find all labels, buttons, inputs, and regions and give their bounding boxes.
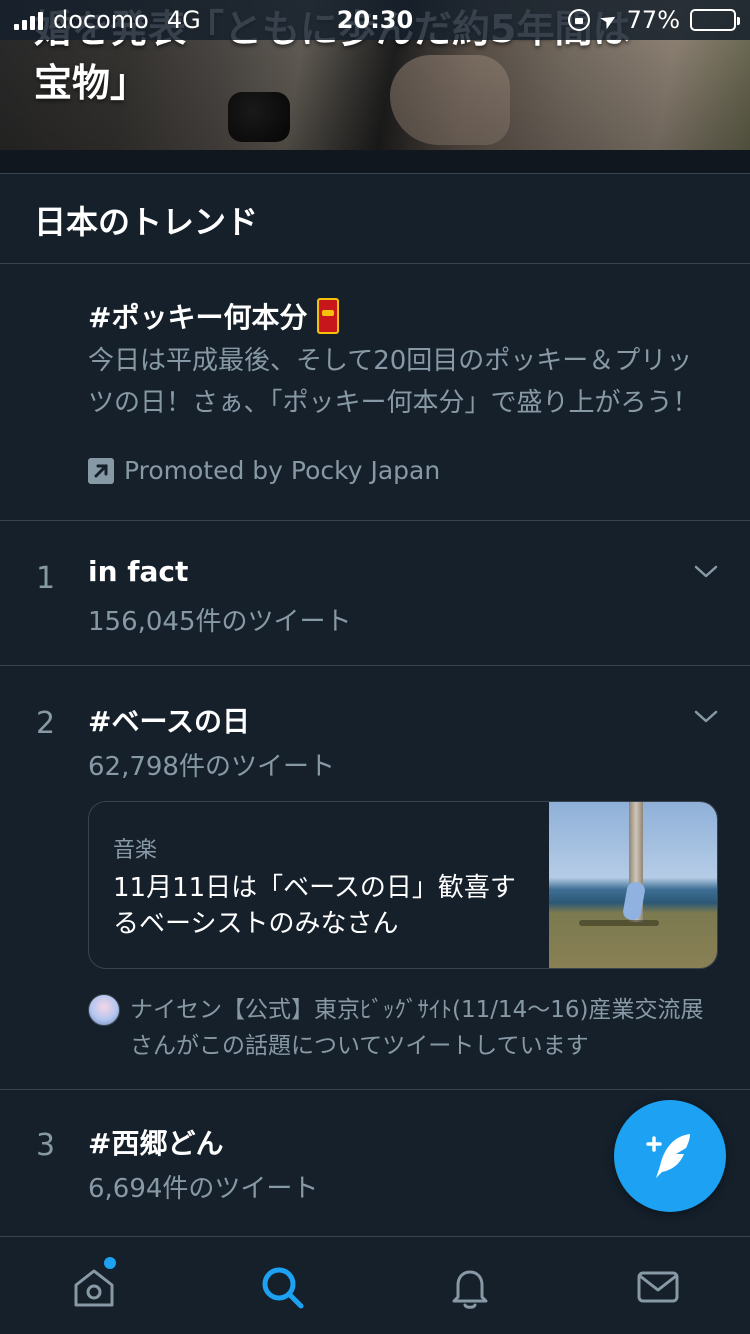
chevron-down-icon[interactable] [692,557,720,585]
trend-name: in fact [88,555,189,588]
home-icon[interactable] [70,1263,118,1311]
trend-name: #ベースの日 [88,705,251,738]
trends-header: 日本のトレンド [0,175,750,264]
promoted-title: #ポッキー何本分 [88,301,308,334]
trend-tweet-count: 62,798件のツイート [88,752,335,782]
trend-tweet-count: 6,694件のツイート [88,1174,319,1204]
trend-item[interactable]: 1 in fact 156,045件のツイート [0,521,750,666]
trend-rank: 3 [36,1128,56,1163]
compose-feather-icon [646,1134,690,1178]
promoted-by-label: Promoted by Pocky Japan [124,456,441,485]
trend-name: #西郷どん [88,1127,224,1160]
location-icon: ➤ [595,5,622,35]
avatar [88,994,120,1026]
trend-rank: 2 [36,706,56,741]
section-title: 日本のトレンド [34,203,259,241]
status-bar: docomo 4G 20:30 ➤ 77% [0,0,750,40]
search-icon[interactable] [258,1263,306,1311]
promoted-by: Promoted by Pocky Japan [88,456,440,485]
moment-card[interactable]: 音楽 11月11日は「ベースの日」歓喜するベーシストのみなさん [88,801,718,969]
compose-tweet-button[interactable] [614,1100,726,1212]
promoted-title-row: #ポッキー何本分 [88,296,340,336]
card-thumbnail [549,802,717,968]
battery-percent: 77% [626,6,680,34]
trend-tweet-count: 156,045件のツイート [88,607,352,637]
social-context: ナイセン【公式】東京ﾋﾞｯｸﾞｻｲﾄ(11/14～16)産業交流展さんがこの話題… [88,992,718,1064]
bell-icon[interactable] [446,1263,494,1311]
hero-headline-line2: 宝物」 [34,61,149,105]
battery-icon [690,9,740,31]
trend-rank: 1 [36,561,56,596]
mail-icon[interactable] [634,1263,682,1311]
pocky-emoji-icon [317,298,340,334]
tab-bar [0,1236,750,1334]
promoted-arrow-icon [88,457,114,484]
promoted-description: 今日は平成最後、そして20回目のポッキー＆プリッツの日！さぁ、「ポッキー何本分」… [88,346,699,418]
rotation-lock-icon [567,9,590,31]
card-category: 音楽 [113,838,158,863]
new-content-dot [104,1257,116,1269]
social-context-text: ナイセン【公式】東京ﾋﾞｯｸﾞｻｲﾄ(11/14～16)産業交流展さんがこの話題… [130,997,704,1059]
section-gap [0,150,750,174]
trend-item[interactable]: 2 #ベースの日 62,798件のツイート 音楽 11月11日は「ベースの日」歓… [0,666,750,1090]
card-title: 11月11日は「ベースの日」歓喜するベーシストのみなさん [113,873,516,939]
chevron-down-icon[interactable] [692,702,720,730]
promoted-trend[interactable]: #ポッキー何本分 今日は平成最後、そして20回目のポッキー＆プリッツの日！さぁ、… [0,264,750,521]
